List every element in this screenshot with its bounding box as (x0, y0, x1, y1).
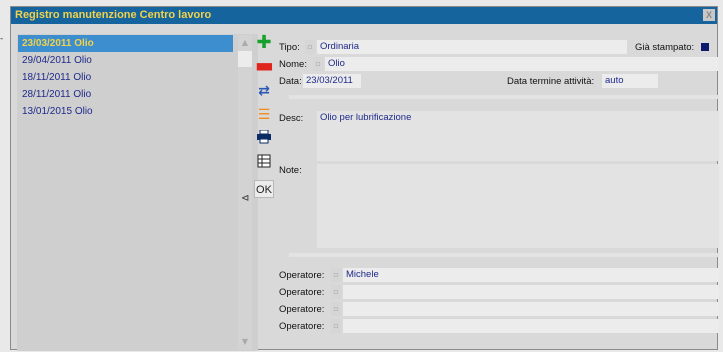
note-text (317, 164, 719, 178)
operatore-label: Operatore: (279, 304, 325, 315)
operatore-field[interactable] (343, 285, 719, 299)
data-termine-label: Data termine attività: (507, 76, 595, 87)
operatore-label: Operatore: (279, 287, 325, 298)
scroll-down-icon[interactable]: ▼ (238, 334, 252, 350)
scroll-up-icon[interactable]: ▲ (238, 35, 252, 51)
operatore-field[interactable] (343, 319, 719, 333)
maintenance-window: Registro manutenzione Centro lavoro X 23… (10, 6, 719, 351)
close-button[interactable]: X (703, 9, 715, 21)
operatore-field[interactable] (343, 302, 719, 316)
desc-text: Olio per lubrificazione (320, 112, 412, 123)
nome-lookup-icon[interactable]: ▫ (313, 57, 323, 71)
equals-icon[interactable]: ☰ (255, 106, 273, 124)
operatore-lookup-icon[interactable]: ▫ (331, 319, 341, 333)
data-termine-field[interactable]: auto (602, 74, 658, 88)
list-item[interactable]: 28/11/2011 Olio (18, 86, 233, 103)
operatore-lookup-icon[interactable]: ▫ (331, 268, 341, 282)
operatore-lookup-icon[interactable]: ▫ (331, 302, 341, 316)
gia-stampato-label: Già stampato: (635, 42, 695, 53)
operatore-field[interactable]: Michele (343, 268, 719, 282)
desc-field[interactable]: Olio per lubrificazione (317, 111, 719, 161)
tipo-label: Tipo: (279, 42, 300, 53)
action-toolbar: ✚ ▬ ⇄ ☰ OK (253, 34, 275, 351)
tipo-field[interactable]: Ordinaria (317, 40, 627, 54)
note-label: Note: (279, 165, 302, 176)
entries-list: 23/03/2011 Olio 29/04/2011 Olio 18/11/2011… (18, 35, 233, 351)
side-marker: - (0, 34, 4, 44)
note-field[interactable] (317, 164, 719, 248)
divider (289, 253, 719, 257)
remove-icon[interactable]: ▬ (255, 55, 274, 76)
list-item[interactable]: 29/04/2011 Olio (18, 52, 233, 69)
gia-stampato-checkbox[interactable] (701, 43, 709, 51)
scroll-thumb[interactable] (238, 51, 252, 67)
list-item[interactable]: 23/03/2011 Olio (18, 35, 233, 52)
list-item[interactable]: 13/01/2015 Olio (18, 103, 233, 120)
nome-label: Nome: (279, 59, 307, 70)
ok-button[interactable]: OK (254, 180, 274, 198)
data-field[interactable]: 23/03/2011 (303, 74, 361, 88)
add-icon[interactable]: ✚ (255, 34, 273, 52)
collapse-handle-icon[interactable]: ⊲ (241, 193, 249, 204)
operatore-label: Operatore: (279, 321, 325, 332)
window-titlebar: Registro manutenzione Centro lavoro X (11, 7, 717, 24)
nome-field[interactable]: Olio (325, 57, 719, 71)
operatore-lookup-icon[interactable]: ▫ (331, 285, 341, 299)
tipo-lookup-icon[interactable]: ▫ (305, 40, 315, 54)
divider (289, 95, 719, 99)
grid-icon[interactable] (255, 154, 273, 172)
desc-label: Desc: (279, 113, 304, 124)
print-icon[interactable] (255, 129, 273, 148)
operatore-label: Operatore: (279, 270, 325, 281)
data-label: Data: (279, 76, 302, 87)
list-item[interactable]: 18/11/2011 Olio (18, 69, 233, 86)
swap-icon[interactable]: ⇄ (255, 82, 273, 100)
window-title: Registro manutenzione Centro lavoro (15, 9, 212, 21)
entries-list-panel: 23/03/2011 Olio 29/04/2011 Olio 18/11/2011… (17, 34, 258, 351)
